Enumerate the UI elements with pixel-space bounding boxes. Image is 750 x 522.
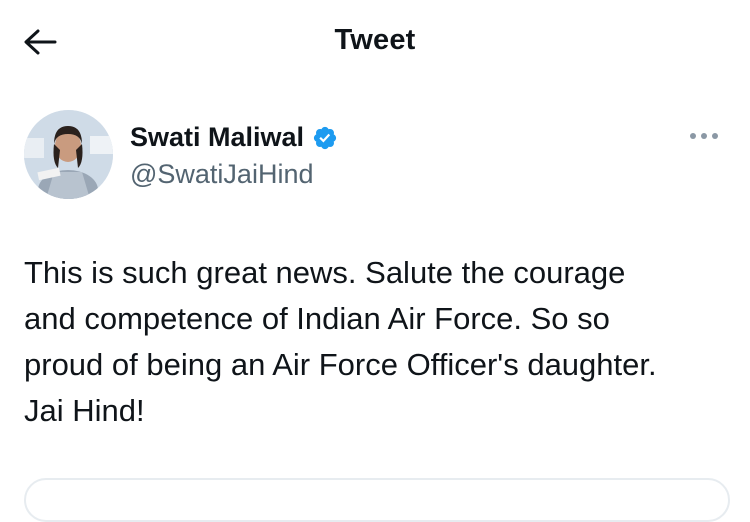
author-name[interactable]: Swati Maliwal [130, 122, 304, 153]
author-name-row: Swati Maliwal [130, 122, 338, 153]
avatar[interactable] [24, 110, 113, 199]
verified-badge-icon [313, 126, 337, 149]
more-options-button[interactable] [684, 124, 724, 148]
tweet-text: This is such great news. Salute the cour… [24, 255, 657, 428]
tweet-author: Swati Maliwal @SwatiJaiHind [24, 110, 724, 205]
more-horizontal-icon [690, 133, 718, 139]
top-bar: Tweet [0, 0, 750, 86]
page-title: Tweet [334, 24, 416, 56]
reply-card[interactable] [24, 478, 730, 522]
author-handle[interactable]: @SwatiJaiHind [130, 159, 313, 190]
